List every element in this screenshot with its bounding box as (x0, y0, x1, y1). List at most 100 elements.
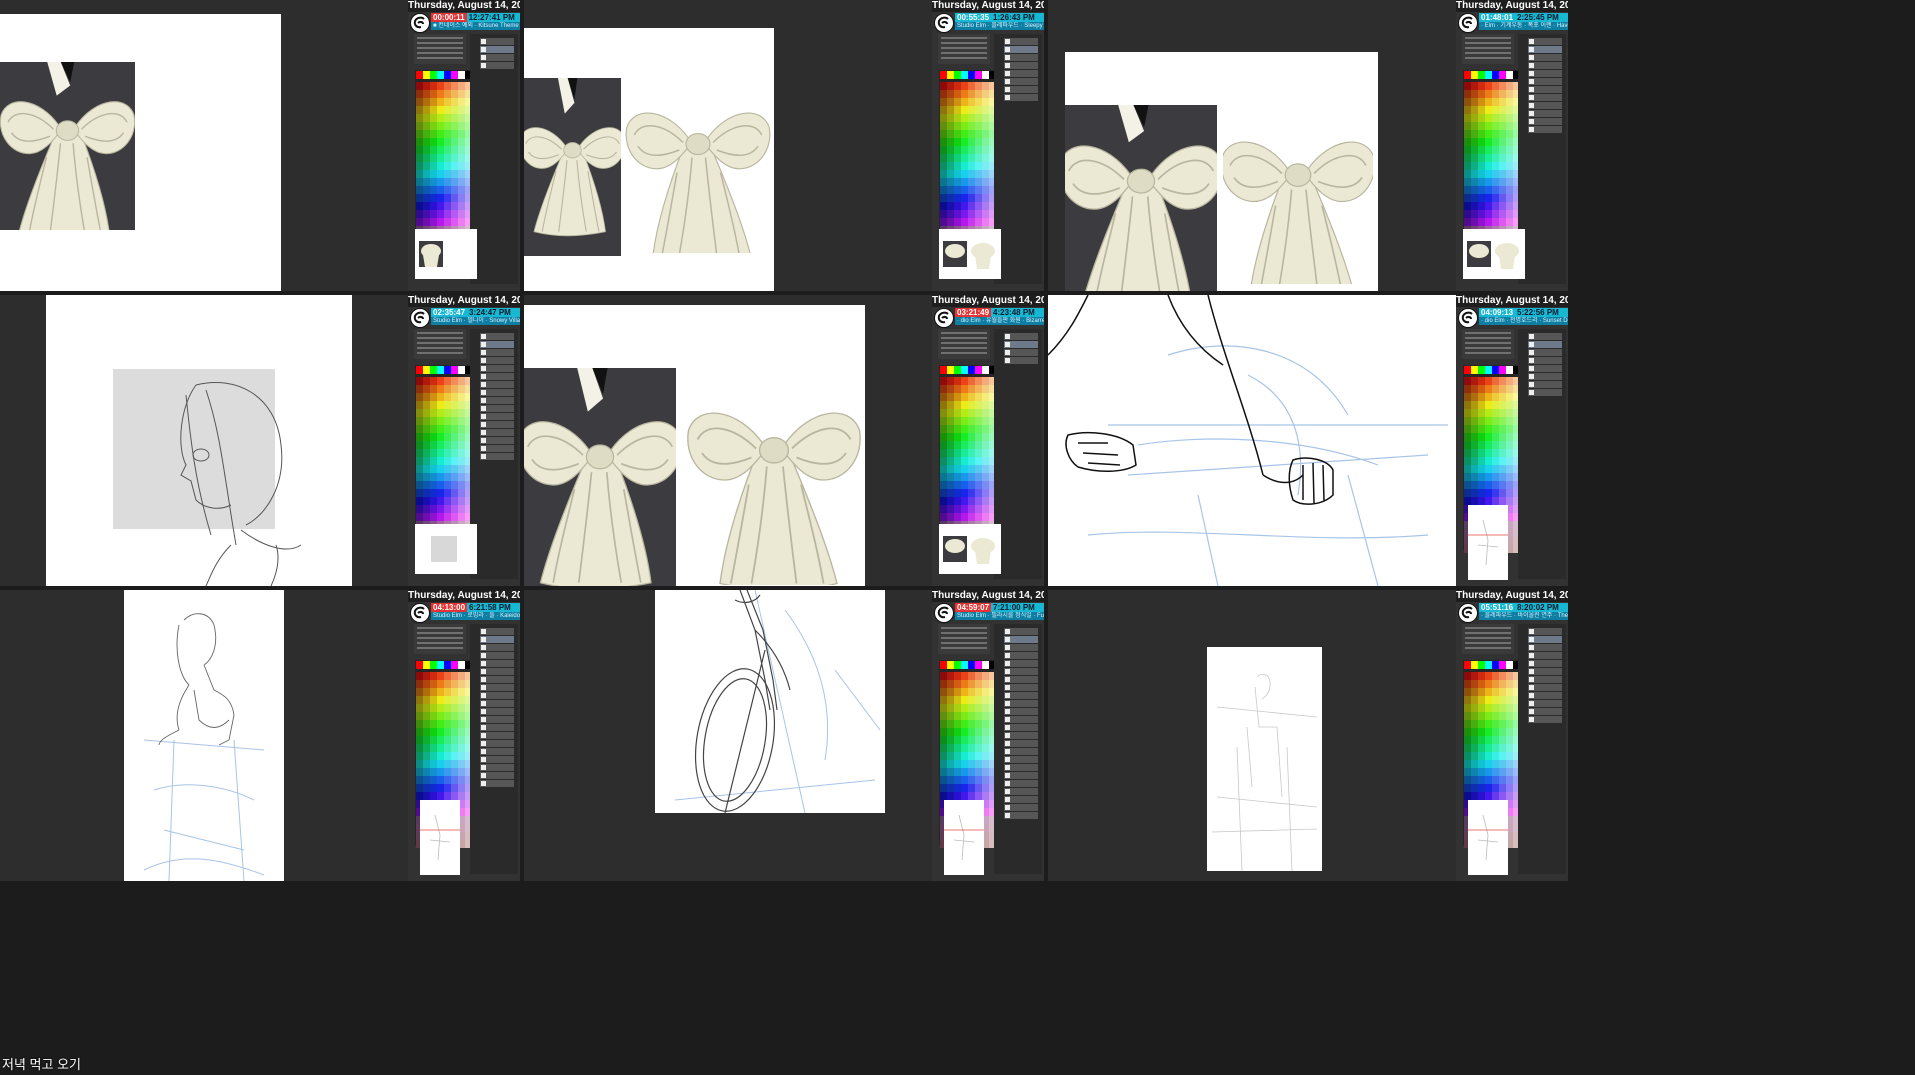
palette-swatch[interactable] (961, 449, 968, 457)
palette-swatch[interactable] (430, 744, 437, 752)
palette-swatch[interactable] (961, 457, 968, 465)
palette-swatch[interactable] (1506, 130, 1513, 138)
palette-swatch[interactable] (982, 178, 989, 186)
color-palette[interactable] (939, 365, 997, 553)
palette-swatch[interactable] (1492, 457, 1499, 465)
palette-swatch[interactable] (423, 146, 430, 154)
palette-swatch[interactable] (1471, 98, 1478, 106)
canvas-paper[interactable] (524, 305, 865, 586)
palette-swatch[interactable] (1464, 71, 1471, 79)
palette-swatch[interactable] (968, 776, 975, 784)
palette-swatch[interactable] (1492, 138, 1499, 146)
layer-row[interactable] (1004, 732, 1038, 739)
palette-swatch[interactable] (430, 162, 437, 170)
palette-swatch[interactable] (437, 138, 444, 146)
layer-row[interactable] (1528, 118, 1562, 125)
navigator-preview[interactable] (944, 800, 984, 875)
palette-swatch[interactable] (1471, 401, 1478, 409)
palette-swatch[interactable] (975, 393, 982, 401)
palette-swatch[interactable] (1485, 465, 1492, 473)
palette-swatch[interactable] (940, 457, 947, 465)
palette-swatch[interactable] (416, 138, 423, 146)
palette-swatch[interactable] (444, 481, 451, 489)
palette-swatch[interactable] (437, 513, 444, 521)
palette-swatch[interactable] (1471, 457, 1478, 465)
slider-bar[interactable] (941, 627, 987, 629)
palette-swatch[interactable] (1485, 792, 1492, 800)
palette-swatch[interactable] (940, 130, 947, 138)
palette-swatch[interactable] (968, 122, 975, 130)
palette-swatch[interactable] (954, 457, 961, 465)
palette-swatch[interactable] (458, 481, 465, 489)
tool-property-panel[interactable] (938, 329, 990, 359)
palette-swatch[interactable] (982, 752, 989, 760)
layer-row[interactable] (480, 405, 514, 412)
layer-row[interactable] (1004, 692, 1038, 699)
palette-swatch[interactable] (1485, 760, 1492, 768)
layer-row[interactable] (1004, 772, 1038, 779)
palette-swatch[interactable] (947, 704, 954, 712)
slider-bar[interactable] (417, 632, 463, 634)
slider-bar[interactable] (1465, 352, 1511, 354)
palette-swatch[interactable] (430, 688, 437, 696)
palette-swatch[interactable] (1485, 82, 1492, 90)
palette-swatch[interactable] (1506, 146, 1513, 154)
layer-row[interactable] (480, 740, 514, 747)
palette-swatch[interactable] (1492, 162, 1499, 170)
palette-swatch[interactable] (458, 704, 465, 712)
palette-swatch[interactable] (968, 481, 975, 489)
palette-swatch[interactable] (1471, 441, 1478, 449)
palette-swatch[interactable] (968, 704, 975, 712)
palette-swatch[interactable] (968, 202, 975, 210)
palette-swatch[interactable] (1499, 82, 1506, 90)
palette-swatch[interactable] (1492, 489, 1499, 497)
slider-bar[interactable] (417, 637, 463, 639)
palette-swatch[interactable] (968, 366, 975, 374)
palette-swatch[interactable] (423, 433, 430, 441)
layer-row[interactable] (1528, 102, 1562, 109)
palette-swatch[interactable] (430, 377, 437, 385)
palette-swatch[interactable] (451, 720, 458, 728)
palette-swatch[interactable] (954, 513, 961, 521)
layer-row[interactable] (480, 341, 514, 348)
palette-swatch[interactable] (982, 210, 989, 218)
palette-swatch[interactable] (1506, 449, 1513, 457)
palette-swatch[interactable] (954, 776, 961, 784)
palette-swatch[interactable] (1485, 489, 1492, 497)
palette-swatch[interactable] (458, 138, 465, 146)
palette-swatch[interactable] (975, 130, 982, 138)
palette-swatch[interactable] (1485, 744, 1492, 752)
palette-swatch[interactable] (430, 481, 437, 489)
palette-swatch[interactable] (940, 784, 947, 792)
palette-swatch[interactable] (954, 672, 961, 680)
palette-swatch[interactable] (1471, 393, 1478, 401)
palette-swatch[interactable] (1471, 130, 1478, 138)
palette-swatch[interactable] (437, 680, 444, 688)
palette-swatch[interactable] (968, 401, 975, 409)
layer-panel[interactable] (1518, 624, 1566, 874)
canvas-paper[interactable] (1207, 647, 1322, 871)
palette-swatch[interactable] (444, 122, 451, 130)
palette-swatch[interactable] (1471, 146, 1478, 154)
palette-swatch[interactable] (954, 409, 961, 417)
palette-swatch[interactable] (940, 728, 947, 736)
palette-swatch[interactable] (430, 170, 437, 178)
slider-bar[interactable] (941, 37, 987, 39)
palette-swatch[interactable] (1471, 154, 1478, 162)
palette-swatch[interactable] (423, 186, 430, 194)
palette-swatch[interactable] (1485, 497, 1492, 505)
palette-swatch[interactable] (1464, 441, 1471, 449)
palette-swatch[interactable] (1464, 704, 1471, 712)
palette-swatch[interactable] (982, 736, 989, 744)
palette-swatch[interactable] (968, 784, 975, 792)
palette-swatch[interactable] (982, 218, 989, 226)
layer-row[interactable] (480, 453, 514, 460)
palette-swatch[interactable] (458, 661, 465, 669)
palette-swatch[interactable] (975, 752, 982, 760)
palette-swatch[interactable] (423, 752, 430, 760)
palette-swatch[interactable] (451, 672, 458, 680)
palette-swatch[interactable] (437, 90, 444, 98)
tool-property-panel[interactable] (414, 624, 466, 654)
layer-row[interactable] (1004, 676, 1038, 683)
palette-swatch[interactable] (947, 433, 954, 441)
